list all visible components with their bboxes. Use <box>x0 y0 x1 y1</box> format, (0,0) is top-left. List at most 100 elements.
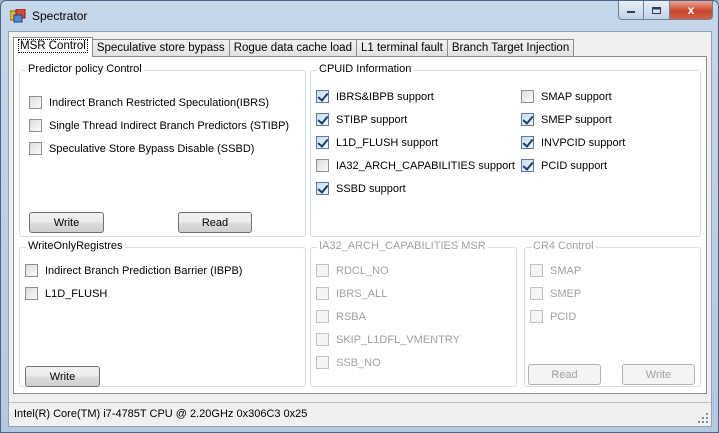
pcid-support-label: PCID support <box>541 159 608 172</box>
ia32-arch-capabilities-support-checkbox[interactable]: IA32_ARCH_CAPABILITIES support <box>316 159 515 172</box>
invpcid-support-label: INVPCID support <box>541 136 626 149</box>
ibpb-label: Indirect Branch Prediction Barrier (IBPB… <box>45 264 243 277</box>
resize-grip-icon[interactable] <box>697 412 709 424</box>
stibp-support-checkbox[interactable]: STIBP support <box>316 113 407 126</box>
l1d-flush-support-checkbox[interactable]: L1D_FLUSH support <box>316 136 438 149</box>
cpuid-information-title: CPUID Information <box>317 63 414 75</box>
ia32-arch-capabilities-msr-group: IA32_ARCH_CAPABILITIES MSR RDCL_NO IBRS_… <box>310 240 517 387</box>
cr4-pcid-checkbox[interactable]: PCID <box>530 310 576 323</box>
stibp-checkbox[interactable]: Single Thread Indirect Branch Predictors… <box>29 119 289 132</box>
maximize-icon <box>652 6 661 14</box>
cpu-info-status: Intel(R) Core(TM) i7-4785T CPU @ 2.20GHz… <box>14 408 308 420</box>
cr4-smep-checkbox[interactable]: SMEP <box>530 287 581 300</box>
tab-msr-control[interactable]: MSR Control <box>13 37 93 57</box>
ssbd-support-box[interactable] <box>316 182 329 195</box>
invpcid-support-checkbox[interactable]: INVPCID support <box>521 136 625 149</box>
cr4-pcid-box[interactable] <box>530 310 543 323</box>
skip-l1dfl-vmentry-checkbox[interactable]: SKIP_L1DFL_VMENTRY <box>316 333 460 346</box>
ibrs-all-checkbox[interactable]: IBRS_ALL <box>316 287 387 300</box>
tab-rogue-data-cache-load[interactable]: Rogue data cache load <box>228 39 357 57</box>
ssbd-support-checkbox[interactable]: SSBD support <box>316 182 406 195</box>
rdcl-no-checkbox[interactable]: RDCL_NO <box>316 264 389 277</box>
ibrs-label: Indirect Branch Restricted Speculation(I… <box>49 96 270 109</box>
rdcl-no-box[interactable] <box>316 264 329 277</box>
smep-support-box[interactable] <box>521 113 534 126</box>
write-only-write-button[interactable]: Write <box>25 366 100 387</box>
predictor-read-button[interactable]: Read <box>178 212 252 233</box>
ibrs-ibpb-support-label: IBRS&IBPB support <box>336 90 434 103</box>
ibpb-checkbox[interactable]: Indirect Branch Prediction Barrier (IBPB… <box>25 264 242 277</box>
cr4-smap-box[interactable] <box>530 264 543 277</box>
ia32-arch-capabilities-msr-title: IA32_ARCH_CAPABILITIES MSR <box>317 240 488 252</box>
pcid-support-checkbox[interactable]: PCID support <box>521 159 607 172</box>
ssb-no-checkbox[interactable]: SSB_NO <box>316 356 381 369</box>
cr4-smep-box[interactable] <box>530 287 543 300</box>
cr4-read-button[interactable]: Read <box>528 364 601 385</box>
app-icon <box>10 9 26 23</box>
skip-l1dfl-vmentry-label: SKIP_L1DFL_VMENTRY <box>336 333 460 346</box>
invpcid-support-box[interactable] <box>521 136 534 149</box>
l1d-flush-checkbox-box[interactable] <box>25 287 38 300</box>
ssb-no-box[interactable] <box>316 356 329 369</box>
window-title: Spectrator <box>32 9 88 23</box>
write-only-registers-group: WriteOnlyRegistres Indirect Branch Predi… <box>19 240 306 387</box>
rsba-checkbox[interactable]: RSBA <box>316 310 366 323</box>
ibpb-checkbox-box[interactable] <box>25 264 38 277</box>
ibrs-ibpb-support-box[interactable] <box>316 90 329 103</box>
ssbd-checkbox[interactable]: Speculative Store Bypass Disable (SSBD) <box>29 142 254 155</box>
l1d-flush-label: L1D_FLUSH <box>45 287 108 300</box>
app-window: Spectrator x MSR Control Speculative sto… <box>0 0 719 433</box>
cr4-control-title: CR4 Control <box>531 240 596 252</box>
tab-strip: MSR Control Speculative store bypass Rog… <box>13 37 575 57</box>
ibrs-ibpb-support-checkbox[interactable]: IBRS&IBPB support <box>316 90 434 103</box>
status-bar: Intel(R) Core(TM) i7-4785T CPU @ 2.20GHz… <box>9 402 711 426</box>
predictor-write-button[interactable]: Write <box>29 212 104 233</box>
smap-support-box[interactable] <box>521 90 534 103</box>
minimize-icon <box>627 11 635 13</box>
skip-l1dfl-vmentry-box[interactable] <box>316 333 329 346</box>
ibrs-checkbox-box[interactable] <box>29 96 42 109</box>
predictor-policy-group: Predictor policy Control Indirect Branch… <box>19 63 306 237</box>
minimize-button[interactable] <box>618 1 644 20</box>
smap-support-checkbox[interactable]: SMAP support <box>521 90 612 103</box>
msr-control-panel: Predictor policy Control Indirect Branch… <box>13 56 707 394</box>
stibp-support-label: STIBP support <box>336 113 408 126</box>
ibrs-checkbox[interactable]: Indirect Branch Restricted Speculation(I… <box>29 96 269 109</box>
l1d-flush-support-box[interactable] <box>316 136 329 149</box>
ssbd-checkbox-box[interactable] <box>29 142 42 155</box>
stibp-label: Single Thread Indirect Branch Predictors… <box>49 119 290 132</box>
tab-l1-terminal-fault[interactable]: L1 terminal fault <box>355 39 448 57</box>
cpuid-information-group: CPUID Information IBRS&IBPB support STIB… <box>310 63 701 237</box>
ibrs-all-box[interactable] <box>316 287 329 300</box>
ssbd-support-label: SSBD support <box>336 182 406 195</box>
close-button[interactable]: x <box>670 1 713 20</box>
l1d-flush-support-label: L1D_FLUSH support <box>336 136 439 149</box>
tab-branch-target-injection[interactable]: Branch Target Injection <box>446 39 575 57</box>
ia32-arch-capabilities-support-box[interactable] <box>316 159 329 172</box>
stibp-checkbox-box[interactable] <box>29 119 42 132</box>
cr4-smep-label: SMEP <box>550 287 582 300</box>
ssb-no-label: SSB_NO <box>336 356 381 369</box>
cr4-write-button[interactable]: Write <box>622 364 695 385</box>
tab-speculative-store-bypass[interactable]: Speculative store bypass <box>91 39 230 57</box>
write-only-registers-title: WriteOnlyRegistres <box>26 240 125 252</box>
client-area: MSR Control Speculative store bypass Rog… <box>8 31 712 427</box>
rsba-box[interactable] <box>316 310 329 323</box>
stibp-support-box[interactable] <box>316 113 329 126</box>
smep-support-checkbox[interactable]: SMEP support <box>521 113 612 126</box>
smep-support-label: SMEP support <box>541 113 612 126</box>
l1d-flush-checkbox[interactable]: L1D_FLUSH <box>25 287 107 300</box>
cr4-pcid-label: PCID <box>550 310 577 323</box>
title-bar[interactable]: Spectrator x <box>1 1 718 31</box>
cr4-smap-label: SMAP <box>550 264 582 277</box>
predictor-policy-title: Predictor policy Control <box>26 63 144 75</box>
rdcl-no-label: RDCL_NO <box>336 264 389 277</box>
rsba-label: RSBA <box>336 310 366 323</box>
maximize-button[interactable] <box>644 1 670 20</box>
cr4-smap-checkbox[interactable]: SMAP <box>530 264 581 277</box>
ssbd-label: Speculative Store Bypass Disable (SSBD) <box>49 142 255 155</box>
smap-support-label: SMAP support <box>541 90 612 103</box>
pcid-support-box[interactable] <box>521 159 534 172</box>
cr4-control-group: CR4 Control SMAP SMEP PCID Read Write <box>524 240 701 387</box>
ibrs-all-label: IBRS_ALL <box>336 287 388 300</box>
